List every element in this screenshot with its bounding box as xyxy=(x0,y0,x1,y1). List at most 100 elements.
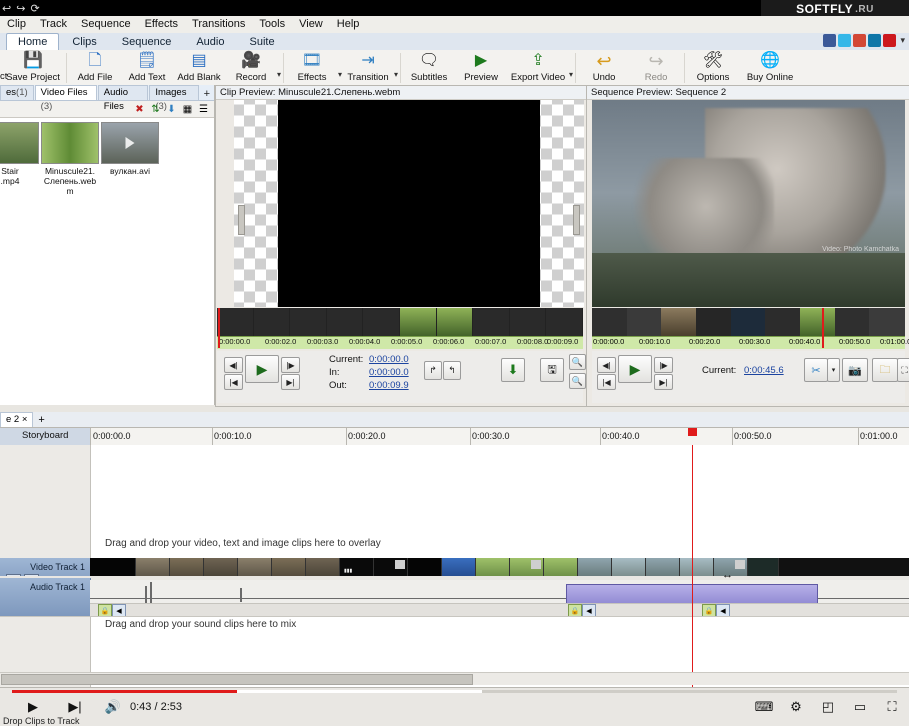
media-tab-bar[interactable]: es(1) Video Files (3) Audio Files Images… xyxy=(0,85,214,112)
timeline-playhead-handle[interactable] xyxy=(688,428,697,436)
ribbon-tab-bar[interactable]: Home Clips Sequence Audio Suite xyxy=(0,33,909,51)
fullscreen-button[interactable]: ⛶ xyxy=(897,358,909,382)
playback-progress-bar[interactable] xyxy=(12,690,897,693)
audio-track-header[interactable]: Audio Track 1 xyxy=(0,578,91,616)
sequence-tab-bar[interactable]: e 2 × + xyxy=(0,412,909,428)
add-to-timeline-button[interactable]: ⬇ xyxy=(501,358,525,382)
quick-access-toolbar[interactable]: ↩ ↪ ⟳ xyxy=(2,0,40,16)
fullscreen-icon[interactable]: ⛶ xyxy=(881,698,903,716)
preview-button[interactable]: ▶ Preview xyxy=(455,50,507,86)
mark-in-button[interactable]: ↱ xyxy=(424,361,442,380)
tab-clips[interactable]: Clips xyxy=(60,33,108,50)
google-plus-icon[interactable] xyxy=(853,34,867,47)
end-button[interactable]: ▶| xyxy=(281,374,300,390)
timeline-hscrollbar[interactable] xyxy=(0,672,909,685)
timeline-playhead[interactable] xyxy=(692,445,693,688)
menu-item-effects[interactable]: Effects xyxy=(138,16,185,33)
prev-frame-button[interactable]: ◀| xyxy=(224,357,243,373)
sequence-filmstrip[interactable] xyxy=(592,308,906,336)
media-tab-images[interactable]: Images (3) xyxy=(149,85,199,112)
menu-item-tools[interactable]: Tools xyxy=(252,16,292,33)
split-dropdown-button[interactable]: ▾ xyxy=(827,358,840,382)
sort-icon[interactable]: ⇅ xyxy=(149,103,162,116)
volume-button[interactable]: 🔊 xyxy=(102,698,124,716)
next-frame-button[interactable]: |▶ xyxy=(654,357,673,373)
pip-icon[interactable]: ◰ xyxy=(817,698,839,716)
tab-sequence[interactable]: Sequence xyxy=(110,33,184,50)
settings-icon[interactable]: ⚙ xyxy=(785,698,807,716)
preview-resize-handle-right[interactable] xyxy=(573,205,580,235)
in-value[interactable]: 0:00:00.0 xyxy=(369,367,409,378)
transition-button[interactable]: ⇥ Transition xyxy=(342,50,394,86)
media-item[interactable]: вулкан.avi xyxy=(101,122,159,196)
media-tab-audio-files[interactable]: Audio Files xyxy=(97,85,149,112)
out-value[interactable]: 0:00:09.9 xyxy=(369,380,409,391)
menu-item-transitions[interactable]: Transitions xyxy=(185,16,252,33)
play-button[interactable]: ▶ xyxy=(22,698,44,716)
add-text-button[interactable]: 🗒 Add Text xyxy=(121,50,173,86)
zoom-in-button[interactable]: 🔍 xyxy=(569,354,586,370)
linkedin-icon[interactable] xyxy=(868,34,882,47)
media-thumbnail[interactable] xyxy=(41,122,99,164)
undo-button[interactable]: ↩ Undo xyxy=(578,50,630,86)
snapshot-button[interactable]: 🖫 xyxy=(540,358,564,382)
media-item[interactable]: Minuscule21. Слепень.webm xyxy=(41,122,99,196)
clip-preview-video[interactable] xyxy=(278,100,540,307)
add-blank-button[interactable]: ▤ Add Blank xyxy=(173,50,225,86)
timeline-ruler[interactable]: 0:00:00.0 0:00:10.0 0:00:20.0 0:00:30.0 … xyxy=(90,428,909,446)
start-button[interactable]: |◀ xyxy=(224,374,243,390)
options-button[interactable]: 🛠 Options xyxy=(687,50,739,86)
media-thumbnail[interactable] xyxy=(0,122,39,164)
menu-item-help[interactable]: Help xyxy=(330,16,367,33)
audio-track-row[interactable]: Audio Track 1 🔒 ◀ 🔒 ◀ 🔒 ◀ xyxy=(0,576,909,617)
start-button[interactable]: |◀ xyxy=(597,374,616,390)
add-sequence-button[interactable]: + xyxy=(33,414,49,426)
twitter-icon[interactable] xyxy=(838,34,852,47)
ribbon-toolbar[interactable]: ct 💾 Save Project 🗋 Add File 🗒 Add Text … xyxy=(0,50,909,86)
chevron-down-icon[interactable]: ▾ xyxy=(898,35,905,46)
add-file-button[interactable]: 🗋 Add File xyxy=(69,50,121,86)
close-icon[interactable]: × xyxy=(22,414,28,425)
timeline-panel[interactable]: Storyboard 0:00:00.0 0:00:10.0 0:00:20.0… xyxy=(0,427,909,689)
tab-suite[interactable]: Suite xyxy=(237,33,286,50)
sequence-tab[interactable]: e 2 × xyxy=(0,412,34,427)
youtube-icon[interactable] xyxy=(883,34,897,47)
save-project-button[interactable]: 💾 Save Project xyxy=(2,50,64,86)
export-frame-button[interactable]: 🗀 xyxy=(872,358,898,382)
undo-icon[interactable]: ↩ xyxy=(2,2,11,15)
overlay-track-area[interactable]: Drag and drop your video, text and image… xyxy=(0,445,909,559)
media-tab-video-files[interactable]: Video Files (3) xyxy=(34,85,97,112)
end-button[interactable]: ▶| xyxy=(654,374,673,390)
current-value[interactable]: 0:00:45.6 xyxy=(744,365,784,376)
sequence-preview-ruler[interactable]: 0:00:00.0 0:00:10.0 0:00:20.0 0:00:30.0 … xyxy=(592,336,909,349)
menu-item-track[interactable]: Track xyxy=(33,16,74,33)
current-value[interactable]: 0:00:00.0 xyxy=(369,354,409,365)
effects-button[interactable]: 🎞 Effects xyxy=(286,50,338,86)
facebook-icon[interactable] xyxy=(823,34,837,47)
clip-preview-stage[interactable] xyxy=(234,100,584,307)
refresh-icon[interactable]: ⟳ xyxy=(30,2,39,15)
keyboard-icon[interactable]: ⌨ xyxy=(753,698,775,716)
menu-item-sequence[interactable]: Sequence xyxy=(74,16,138,33)
sequence-playhead[interactable] xyxy=(822,308,824,348)
export-video-button[interactable]: ⇪ Export Video xyxy=(507,50,569,86)
clip-preview-ruler[interactable]: 0:00:00.0 0:00:02.0 0:00:03.0 0:00:04.0 … xyxy=(217,336,583,349)
sequence-preview-stage[interactable]: Video: Photo Kamchatka xyxy=(592,100,905,307)
mark-out-button[interactable]: ↰ xyxy=(443,361,461,380)
audio-clip-controls[interactable]: 🔒 ◀ 🔒 ◀ 🔒 ◀ xyxy=(90,603,909,617)
redo-icon[interactable]: ↪ xyxy=(16,2,25,15)
scrollbar-thumb[interactable] xyxy=(1,674,473,685)
grid-view-icon[interactable]: ▦ xyxy=(181,103,194,116)
clip-transport-controls[interactable]: ◀| ▶ |▶ |◀ ▶| Current: In: Out: 0:00:00.… xyxy=(217,351,586,403)
clip-filmstrip[interactable] xyxy=(217,308,583,336)
download-icon[interactable]: ⬇ xyxy=(165,103,178,116)
media-tab-other[interactable]: es(1) xyxy=(0,85,34,100)
media-item[interactable]: Stair .mp4 xyxy=(0,122,39,196)
next-button[interactable]: ▶| xyxy=(64,698,86,716)
social-buttons[interactable]: ▾ xyxy=(823,34,905,47)
menu-item-clip[interactable]: Clip xyxy=(0,16,33,33)
storyboard-label[interactable]: Storyboard xyxy=(22,430,68,441)
subtitles-button[interactable]: 🗨 Subtitles xyxy=(403,50,455,86)
theater-icon[interactable]: ▭ xyxy=(849,698,871,716)
preview-resize-handle-left[interactable] xyxy=(238,205,245,235)
